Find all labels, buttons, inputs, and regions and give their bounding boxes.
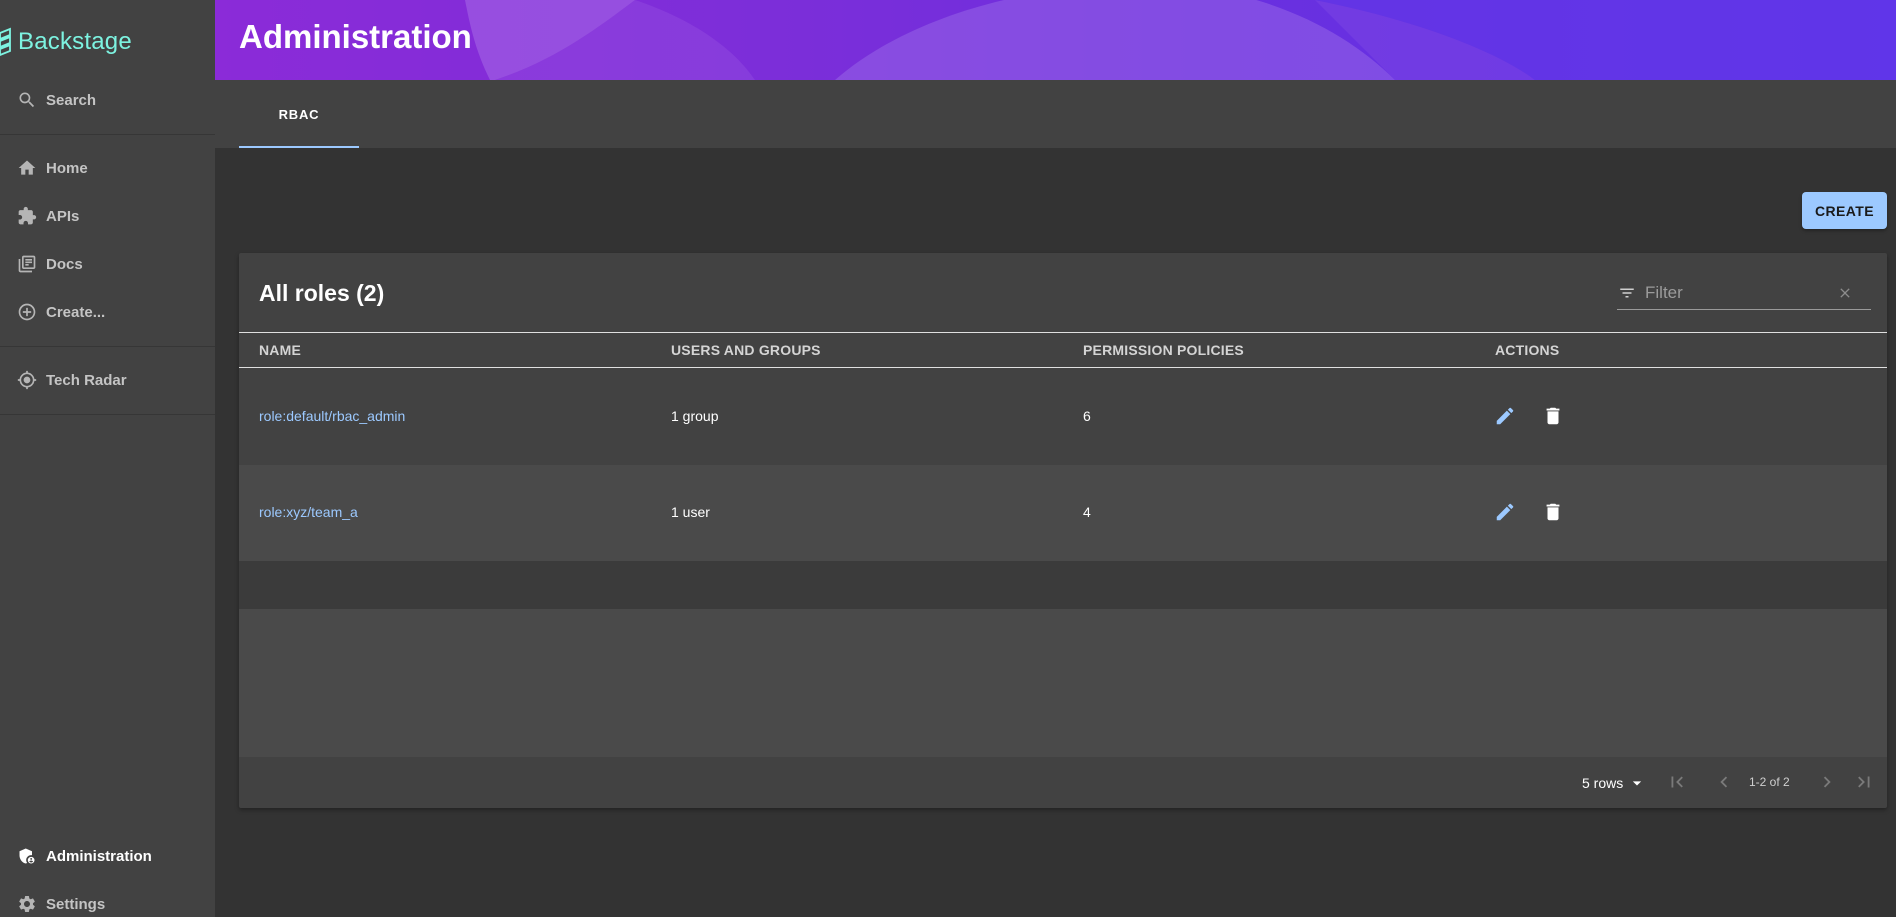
page-header: Administration <box>215 0 1896 80</box>
radar-icon <box>15 368 39 392</box>
previous-page-icon[interactable] <box>1711 769 1737 795</box>
sidebar-item-label: Tech Radar <box>46 371 127 389</box>
sidebar-item-label: Administration <box>46 847 152 865</box>
app-name: Backstage <box>18 28 132 55</box>
role-name-link[interactable]: role:xyz/team_a <box>259 504 358 520</box>
rows-per-page-value: 5 rows <box>1582 775 1624 791</box>
table-header: NAME USERS AND GROUPS PERMISSION POLICIE… <box>239 332 1887 368</box>
sidebar-item-administration[interactable]: Administration <box>0 834 215 878</box>
pagination: 5 rows 1-2 of 2 <box>239 757 1887 808</box>
backstage-logo[interactable]: Backstage <box>0 22 132 62</box>
table-row: role:xyz/team_a 1 user 4 <box>239 465 1887 561</box>
filter-input[interactable] <box>1645 283 1835 303</box>
filter-field <box>1617 277 1871 310</box>
sidebar-divider <box>0 134 215 135</box>
backstage-logo-icon <box>0 27 11 56</box>
create-button-label: CREATE <box>1815 202 1874 219</box>
home-icon <box>15 156 39 180</box>
role-name-link[interactable]: role:default/rbac_admin <box>259 408 405 424</box>
tab-rbac[interactable]: RBAC <box>239 80 359 148</box>
add-circle-icon <box>15 300 39 324</box>
sidebar-item-label: Home <box>46 159 88 177</box>
edit-icon[interactable] <box>1491 498 1519 526</box>
edit-icon[interactable] <box>1491 402 1519 430</box>
sidebar-item-label: Settings <box>46 895 106 913</box>
column-header-users-groups[interactable]: USERS AND GROUPS <box>671 342 821 358</box>
tab-label: RBAC <box>278 106 320 122</box>
rows-per-page-select[interactable]: 5 rows <box>1582 773 1647 793</box>
delete-icon[interactable] <box>1539 498 1567 526</box>
sidebar-item-home[interactable]: Home <box>0 146 215 190</box>
delete-icon[interactable] <box>1539 402 1567 430</box>
sidebar-item-label: Create... <box>46 303 106 321</box>
table-row: role:default/rbac_admin 1 group 6 <box>239 369 1887 465</box>
roles-table-card: All roles (2) NAME USERS AND GROUPS PERM… <box>239 253 1887 808</box>
permission-policies-cell: 6 <box>1083 408 1091 424</box>
next-page-icon[interactable] <box>1814 769 1840 795</box>
admin-icon <box>15 844 39 868</box>
last-page-icon[interactable] <box>1851 769 1877 795</box>
create-button[interactable]: CREATE <box>1802 192 1887 229</box>
tab-bar: RBAC <box>215 80 1896 148</box>
sidebar-divider <box>0 414 215 415</box>
column-header-permission-policies[interactable]: PERMISSION POLICIES <box>1083 342 1244 358</box>
sidebar-divider <box>0 346 215 347</box>
filter-icon <box>1617 283 1637 303</box>
empty-row <box>239 561 1887 609</box>
page-range: 1-2 of 2 <box>1749 775 1790 789</box>
users-groups-cell: 1 user <box>671 504 710 520</box>
dropdown-arrow-icon <box>1633 781 1642 786</box>
sidebar-search-label: Search <box>46 91 97 109</box>
users-groups-cell: 1 group <box>671 408 719 424</box>
sidebar-search[interactable]: Search <box>0 78 215 122</box>
permission-policies-cell: 4 <box>1083 504 1091 520</box>
sidebar-item-tech-radar[interactable]: Tech Radar <box>0 358 215 402</box>
library-books-icon <box>15 252 39 276</box>
sidebar: Backstage Search Home APIs Docs Create..… <box>0 0 215 917</box>
column-header-actions: ACTIONS <box>1495 342 1560 358</box>
tab-indicator <box>239 146 359 148</box>
sidebar-item-apis[interactable]: APIs <box>0 194 215 238</box>
sidebar-item-label: Docs <box>46 255 83 273</box>
sidebar-item-create[interactable]: Create... <box>0 290 215 334</box>
search-icon <box>15 88 39 112</box>
column-header-name[interactable]: NAME <box>259 342 301 358</box>
page-title: Administration <box>239 18 472 55</box>
gear-icon <box>15 892 39 916</box>
first-page-icon[interactable] <box>1664 769 1690 795</box>
puzzle-icon <box>15 204 39 228</box>
sidebar-item-label: APIs <box>46 207 80 225</box>
sidebar-item-settings[interactable]: Settings <box>0 882 215 917</box>
table-title: All roles (2) <box>259 280 385 306</box>
clear-filter-icon[interactable] <box>1835 283 1855 303</box>
sidebar-item-docs[interactable]: Docs <box>0 242 215 286</box>
empty-table-area <box>239 609 1887 757</box>
